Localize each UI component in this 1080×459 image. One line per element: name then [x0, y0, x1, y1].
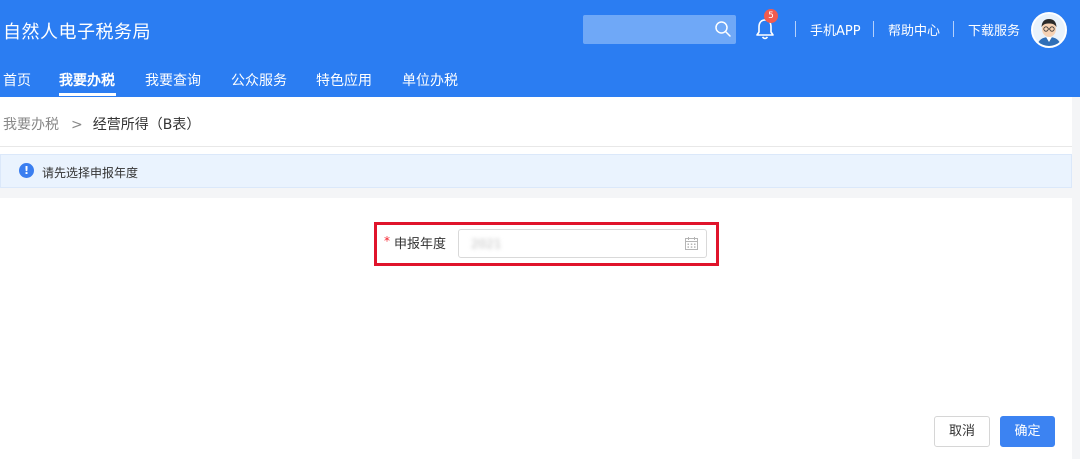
- nav-home[interactable]: 首页: [3, 70, 31, 90]
- required-mark: *: [384, 234, 390, 248]
- download-service-link[interactable]: 下载服务: [968, 20, 1020, 39]
- year-field-label: 申报年度: [394, 237, 447, 252]
- year-value: 2021: [471, 237, 502, 251]
- search-icon[interactable]: [714, 20, 732, 38]
- avatar[interactable]: [1031, 12, 1067, 48]
- nav-active-indicator: [59, 93, 116, 96]
- nav-featured-apps[interactable]: 特色应用: [316, 70, 372, 90]
- info-notice: ! 请先选择申报年度: [0, 154, 1072, 188]
- nav-query[interactable]: 我要查询: [145, 70, 201, 90]
- divider: [873, 21, 874, 37]
- notice-text: 请先选择申报年度: [42, 166, 139, 180]
- breadcrumb-parent[interactable]: 我要办税: [3, 117, 59, 133]
- scroll-gutter: [1072, 97, 1080, 459]
- calendar-icon[interactable]: [684, 236, 699, 251]
- breadcrumb: 我要办税 > 经营所得（B表）: [3, 114, 200, 134]
- mobile-app-link[interactable]: 手机APP: [810, 20, 861, 39]
- section-gap: [0, 188, 1080, 198]
- breadcrumb-divider: [0, 146, 1072, 147]
- nav-tax-handling[interactable]: 我要办税: [59, 70, 115, 90]
- app-title[interactable]: 自然人电子税务局: [3, 18, 151, 44]
- help-center-link[interactable]: 帮助中心: [888, 20, 940, 39]
- breadcrumb-current: 经营所得（B表）: [92, 117, 201, 133]
- user-avatar-icon: [1033, 14, 1065, 46]
- search-input[interactable]: [583, 15, 736, 44]
- cancel-button[interactable]: 取消: [934, 416, 990, 447]
- breadcrumb-separator: >: [71, 117, 83, 133]
- notification-badge: 5: [764, 9, 778, 23]
- info-icon: !: [19, 163, 34, 178]
- year-picker-input[interactable]: 2021: [458, 229, 707, 258]
- confirm-button[interactable]: 确定: [1000, 416, 1055, 447]
- top-header: 自然人电子税务局 5 手机APP 帮助中心 下载服务 首页 我要办税 我要查询 …: [0, 0, 1080, 97]
- nav-public-service[interactable]: 公众服务: [231, 70, 287, 90]
- nav-employer-tax[interactable]: 单位办税: [402, 70, 458, 90]
- divider: [795, 21, 796, 37]
- divider: [953, 21, 954, 37]
